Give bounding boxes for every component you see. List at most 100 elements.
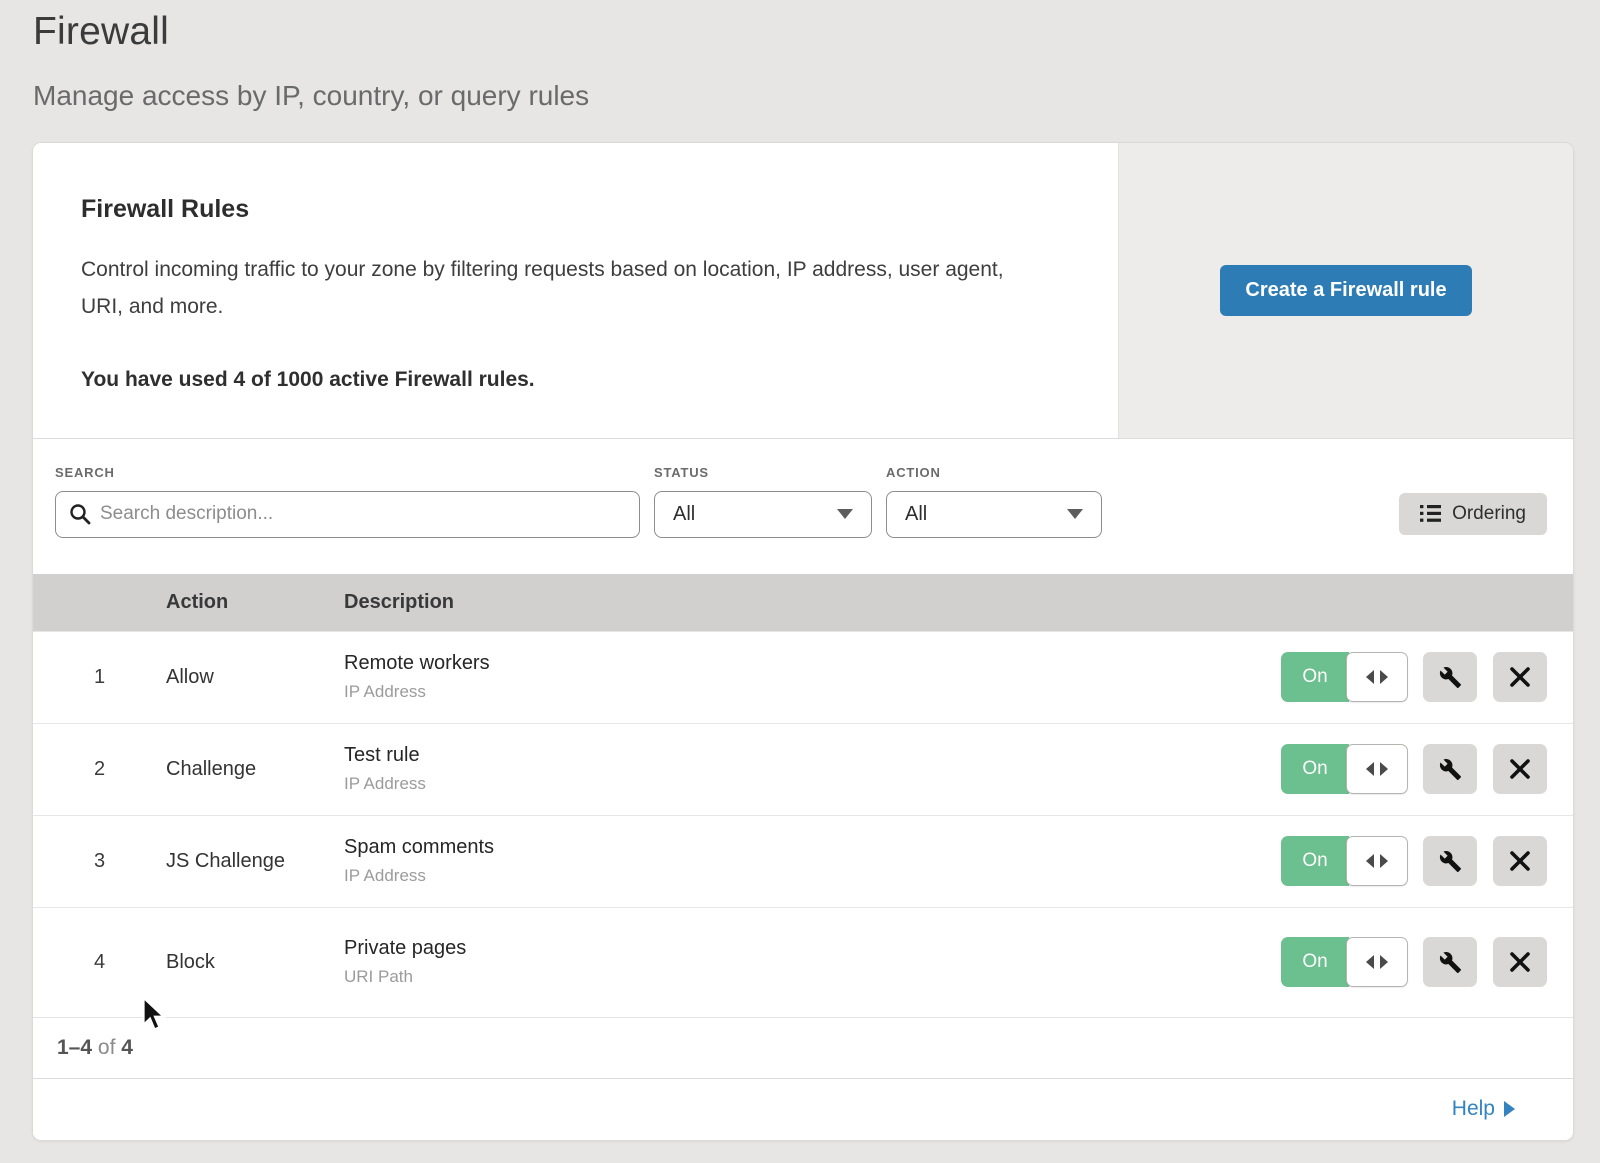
edit-rule-button[interactable] bbox=[1423, 652, 1477, 702]
action-selected-value: All bbox=[905, 503, 927, 526]
firewall-rules-card: Firewall Rules Control incoming traffic … bbox=[33, 143, 1573, 439]
rule-description-title: Test rule bbox=[344, 744, 1281, 767]
rule-controls: On bbox=[1281, 937, 1573, 987]
pagination-total: 4 bbox=[121, 1036, 133, 1059]
delete-rule-button[interactable] bbox=[1493, 652, 1547, 702]
action-label: ACTION bbox=[886, 465, 1102, 480]
rule-priority: 3 bbox=[33, 850, 166, 873]
header-description-column: Description bbox=[344, 591, 1573, 614]
page-subtitle: Manage access by IP, country, or query r… bbox=[33, 80, 1600, 112]
header-action-column: Action bbox=[166, 591, 344, 614]
rules-usage-count: You have used 4 of 1000 active Firewall … bbox=[81, 368, 1070, 392]
search-label: SEARCH bbox=[55, 465, 640, 480]
rule-description-title: Spam comments bbox=[344, 836, 1281, 859]
delete-rule-button[interactable] bbox=[1493, 937, 1547, 987]
rule-priority: 4 bbox=[33, 951, 166, 974]
table-row: 2 Challenge Test rule IP Address On bbox=[33, 723, 1573, 815]
rule-enabled-toggle[interactable]: On bbox=[1281, 744, 1408, 794]
rule-description: Private pages URI Path bbox=[344, 937, 1281, 987]
table-header-row: Action Description bbox=[33, 574, 1573, 631]
rule-match-type: IP Address bbox=[344, 682, 1281, 702]
left-right-arrows-icon bbox=[1366, 955, 1388, 969]
rule-controls: On bbox=[1281, 744, 1573, 794]
x-icon bbox=[1510, 952, 1530, 972]
rule-priority: 2 bbox=[33, 758, 166, 781]
create-firewall-rule-button[interactable]: Create a Firewall rule bbox=[1220, 265, 1471, 316]
chevron-down-icon bbox=[1067, 509, 1083, 519]
page-title: Firewall bbox=[33, 10, 1600, 54]
table-row: 3 JS Challenge Spam comments IP Address … bbox=[33, 815, 1573, 907]
create-rule-panel: Create a Firewall rule bbox=[1118, 143, 1573, 438]
search-input[interactable] bbox=[55, 491, 640, 538]
rule-controls: On bbox=[1281, 836, 1573, 886]
action-filter-group: ACTION All bbox=[872, 465, 1102, 538]
rule-description: Test rule IP Address bbox=[344, 744, 1281, 794]
search-field-wrap bbox=[55, 491, 640, 538]
card-description: Control incoming traffic to your zone by… bbox=[81, 252, 1041, 326]
ordering-button[interactable]: Ordering bbox=[1399, 493, 1547, 535]
left-right-arrows-icon bbox=[1366, 670, 1388, 684]
wrench-icon bbox=[1439, 666, 1462, 689]
x-icon bbox=[1510, 667, 1530, 687]
x-icon bbox=[1510, 851, 1530, 871]
toggle-on-label: On bbox=[1281, 744, 1349, 794]
right-triangle-icon bbox=[1504, 1101, 1515, 1117]
rule-description-title: Remote workers bbox=[344, 652, 1281, 675]
left-right-arrows-icon bbox=[1366, 854, 1388, 868]
status-select[interactable]: All bbox=[654, 491, 872, 538]
x-icon bbox=[1510, 759, 1530, 779]
pagination-status: 1–4 of 4 bbox=[33, 1017, 1573, 1078]
ordered-list-icon bbox=[1420, 505, 1441, 522]
edit-rule-button[interactable] bbox=[1423, 744, 1477, 794]
ordering-button-label: Ordering bbox=[1452, 503, 1526, 525]
rule-match-type: IP Address bbox=[344, 774, 1281, 794]
edit-rule-button[interactable] bbox=[1423, 836, 1477, 886]
delete-rule-button[interactable] bbox=[1493, 836, 1547, 886]
action-select[interactable]: All bbox=[886, 491, 1102, 538]
wrench-icon bbox=[1439, 758, 1462, 781]
status-selected-value: All bbox=[673, 503, 695, 526]
rule-enabled-toggle[interactable]: On bbox=[1281, 836, 1408, 886]
toggle-on-label: On bbox=[1281, 937, 1349, 987]
firewall-rules-panel: Firewall Rules Control incoming traffic … bbox=[33, 143, 1573, 1140]
table-row: 1 Allow Remote workers IP Address On bbox=[33, 631, 1573, 723]
card-title: Firewall Rules bbox=[81, 195, 1070, 224]
rule-action: Allow bbox=[166, 666, 344, 689]
wrench-icon bbox=[1439, 951, 1462, 974]
help-link[interactable]: Help bbox=[1452, 1097, 1515, 1121]
rule-description: Remote workers IP Address bbox=[344, 652, 1281, 702]
toggle-handle[interactable] bbox=[1346, 744, 1408, 794]
toggle-handle[interactable] bbox=[1346, 937, 1408, 987]
rule-priority: 1 bbox=[33, 666, 166, 689]
rule-description: Spam comments IP Address bbox=[344, 836, 1281, 886]
toggle-handle[interactable] bbox=[1346, 836, 1408, 886]
rule-action: Block bbox=[166, 951, 344, 974]
rule-match-type: URI Path bbox=[344, 967, 1281, 987]
filter-bar: SEARCH STATUS All ACTION All bbox=[33, 439, 1573, 574]
search-filter-group: SEARCH bbox=[55, 465, 640, 538]
wrench-icon bbox=[1439, 850, 1462, 873]
edit-rule-button[interactable] bbox=[1423, 937, 1477, 987]
toggle-on-label: On bbox=[1281, 652, 1349, 702]
toggle-handle[interactable] bbox=[1346, 652, 1408, 702]
firewall-rules-card-text: Firewall Rules Control incoming traffic … bbox=[33, 143, 1118, 438]
chevron-down-icon bbox=[837, 509, 853, 519]
pagination-range: 1–4 bbox=[57, 1036, 92, 1059]
status-label: STATUS bbox=[654, 465, 872, 480]
panel-footer: Help bbox=[33, 1078, 1573, 1140]
rule-match-type: IP Address bbox=[344, 866, 1281, 886]
page-header: Firewall Manage access by IP, country, o… bbox=[0, 0, 1600, 112]
toggle-on-label: On bbox=[1281, 836, 1349, 886]
table-row: 4 Block Private pages URI Path On bbox=[33, 907, 1573, 1017]
delete-rule-button[interactable] bbox=[1493, 744, 1547, 794]
rule-description-title: Private pages bbox=[344, 937, 1281, 960]
rule-enabled-toggle[interactable]: On bbox=[1281, 652, 1408, 702]
help-link-label: Help bbox=[1452, 1097, 1495, 1121]
pagination-of: of bbox=[98, 1036, 116, 1059]
rule-action: Challenge bbox=[166, 758, 344, 781]
search-icon bbox=[69, 503, 91, 525]
rule-controls: On bbox=[1281, 652, 1573, 702]
rule-enabled-toggle[interactable]: On bbox=[1281, 937, 1408, 987]
status-filter-group: STATUS All bbox=[640, 465, 872, 538]
left-right-arrows-icon bbox=[1366, 762, 1388, 776]
